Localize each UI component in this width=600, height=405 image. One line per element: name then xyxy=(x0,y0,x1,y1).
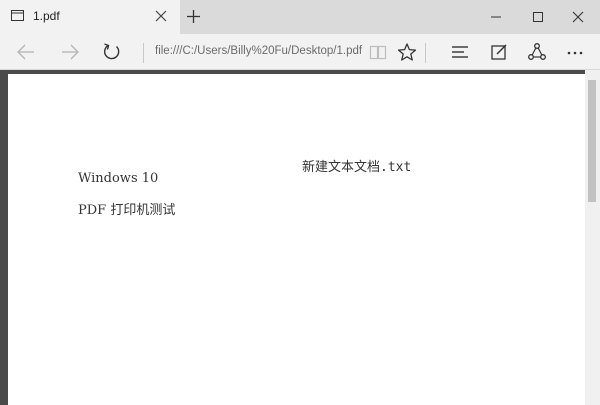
pdf-viewer: 新建文本文档.txt Windows 10 PDF 打印机测试 xyxy=(0,70,600,405)
refresh-icon[interactable] xyxy=(102,42,122,62)
toolbar-separator xyxy=(143,43,144,63)
document-line: PDF 打印机测试 xyxy=(78,203,176,218)
star-icon[interactable] xyxy=(397,42,417,62)
forward-arrow-icon[interactable] xyxy=(60,42,80,62)
navigation-bar: file:///C:/Users/Billy%20Fu/Desktop/1.pd… xyxy=(0,34,600,70)
viewer-frame xyxy=(0,70,8,405)
book-icon[interactable] xyxy=(368,42,388,62)
tab-title: 1.pdf xyxy=(33,9,60,23)
title-bar: 1.pdf xyxy=(0,0,600,34)
document-line: Windows 10 xyxy=(78,171,159,186)
back-arrow-icon[interactable] xyxy=(16,42,36,62)
minimize-icon[interactable] xyxy=(488,9,504,25)
close-icon[interactable] xyxy=(155,10,167,22)
share-icon[interactable] xyxy=(527,42,547,62)
pen-icon[interactable] xyxy=(489,42,509,62)
maximize-icon[interactable] xyxy=(530,9,546,25)
hub-icon[interactable] xyxy=(450,42,470,62)
browser-tab[interactable]: 1.pdf xyxy=(0,0,180,34)
vertical-scrollbar[interactable] xyxy=(585,70,600,405)
scrollbar-thumb[interactable] xyxy=(588,80,596,202)
address-bar[interactable]: file:///C:/Users/Billy%20Fu/Desktop/1.pd… xyxy=(155,45,362,57)
plus-icon[interactable] xyxy=(187,10,200,23)
document-header: 新建文本文档.txt xyxy=(302,160,412,175)
window-close-icon[interactable] xyxy=(570,9,586,25)
pdf-page: 新建文本文档.txt Windows 10 PDF 打印机测试 xyxy=(8,74,585,397)
toolbar-separator xyxy=(425,43,426,63)
page-icon xyxy=(11,10,24,21)
more-icon[interactable] xyxy=(565,42,585,62)
